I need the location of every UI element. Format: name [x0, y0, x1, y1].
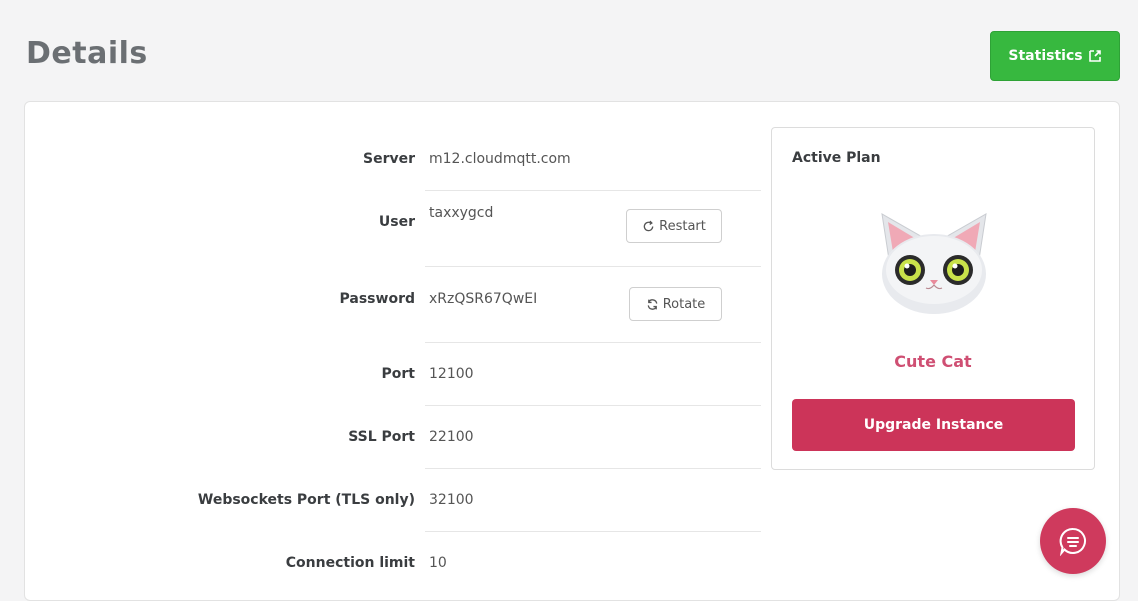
cat-mascot-icon: [881, 213, 987, 314]
websockets-port-value: 32100: [429, 492, 474, 508]
page-title: Details: [26, 36, 148, 71]
statistics-label: Statistics: [1008, 48, 1083, 64]
websockets-port-label: Websockets Port (TLS only): [197, 492, 415, 508]
active-plan-title: Active Plan: [792, 150, 881, 166]
user-value: taxxygcd: [429, 205, 494, 221]
restart-label: Restart: [659, 218, 706, 234]
ssl-port-value: 22100: [429, 429, 474, 445]
connection-limit-value: 10: [429, 555, 447, 571]
server-value: m12.cloudmqtt.com: [429, 151, 571, 167]
plan-name: Cute Cat: [894, 352, 972, 371]
port-label: Port: [381, 366, 415, 382]
rotate-button[interactable]: Rotate: [629, 287, 722, 321]
detail-row-port: Port 12100: [25, 343, 761, 405]
detail-row-ssl-port: SSL Port 22100: [25, 406, 761, 468]
ssl-port-label: SSL Port: [348, 429, 415, 445]
password-value: xRzQSR67QwEI: [429, 291, 538, 307]
rotate-icon: [647, 298, 658, 310]
statistics-button[interactable]: Statistics: [990, 31, 1120, 81]
password-label: Password: [339, 291, 415, 307]
restart-button[interactable]: Restart: [626, 209, 722, 243]
chat-button[interactable]: [1040, 508, 1106, 574]
rotate-label: Rotate: [662, 296, 706, 312]
upgrade-instance-button[interactable]: Upgrade Instance: [792, 399, 1075, 451]
port-value: 12100: [429, 366, 474, 382]
detail-row-connection-limit: Connection limit 10: [25, 532, 761, 594]
connection-limit-label: Connection limit: [285, 555, 415, 571]
user-label: User: [378, 214, 415, 230]
server-label: Server: [362, 151, 415, 167]
detail-row-websockets-port: Websockets Port (TLS only) 32100: [25, 469, 761, 531]
detail-row-server: Server m12.cloudmqtt.com: [25, 128, 761, 190]
external-link-icon: [1088, 50, 1101, 62]
active-plan-panel: Active Plan Cute Cat Upgrade Instance: [771, 127, 1095, 470]
refresh-icon: [643, 220, 654, 231]
chat-icon: [1059, 527, 1086, 556]
